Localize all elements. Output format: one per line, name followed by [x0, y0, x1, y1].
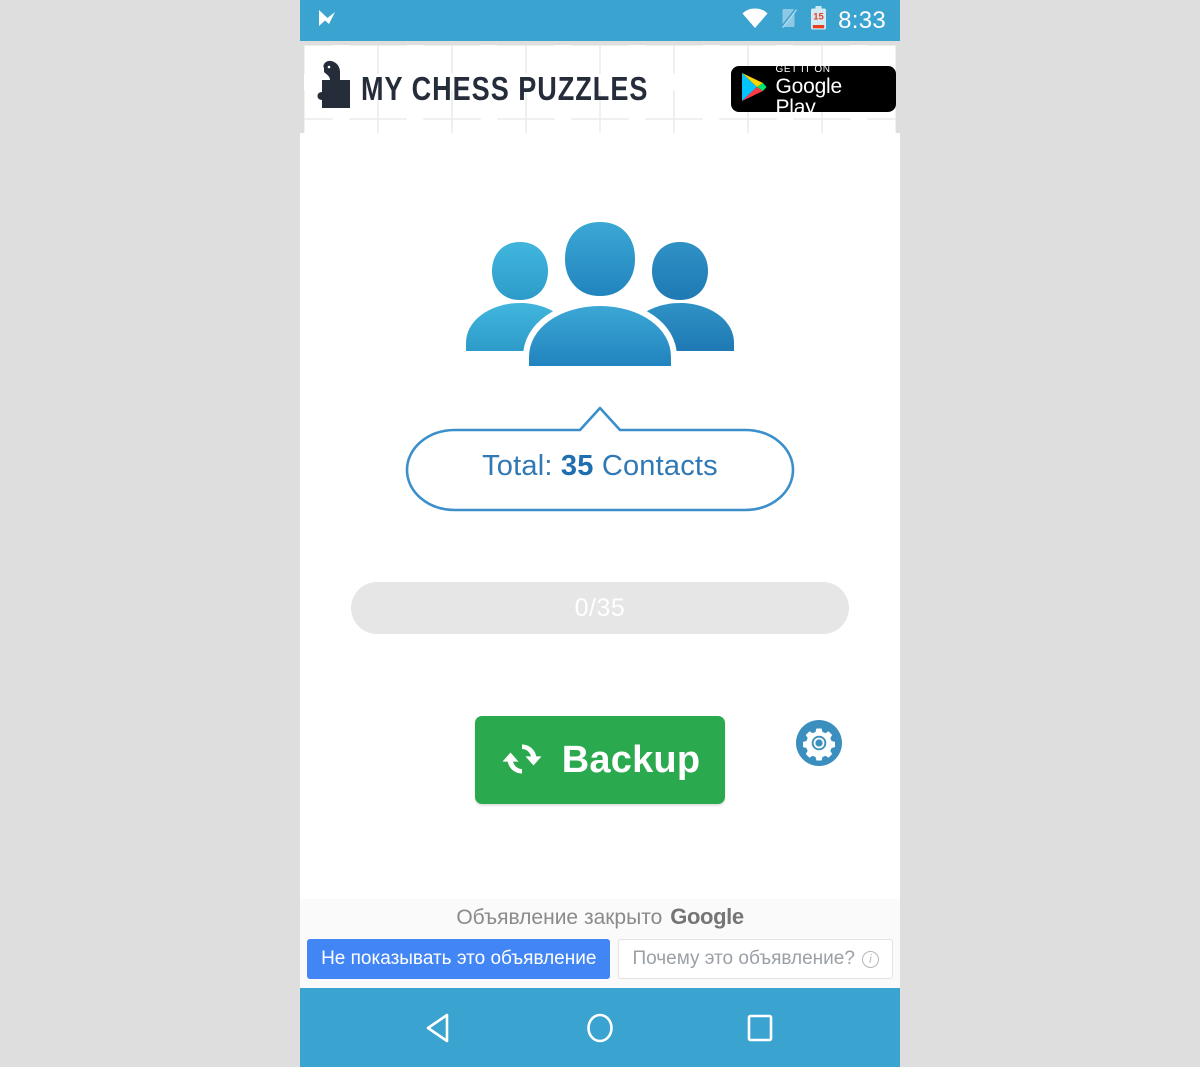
why-this-ad-button[interactable]: Почему это объявление? i: [618, 939, 893, 979]
ad-closed-text: Объявление закрыто: [456, 906, 663, 929]
three-people-icon: [434, 215, 766, 394]
backup-button-label: Backup: [561, 738, 701, 781]
banner-ad[interactable]: MY CHESS PUZZLES GET IT ON Google Play: [304, 45, 896, 133]
info-icon: i: [861, 950, 879, 968]
total-count: 35: [560, 450, 594, 482]
progress-label: 0/35: [574, 593, 626, 622]
status-bar-right: 15 8:33: [741, 5, 886, 36]
google-play-badge[interactable]: GET IT ON Google Play: [731, 65, 896, 118]
google-play-text: GET IT ON Google Play: [775, 60, 884, 119]
total-contacts-label: Total: 35 Contacts: [405, 450, 795, 483]
android-nav-bar: [300, 988, 900, 1067]
wifi-icon: [741, 8, 769, 34]
battery-low-icon: 15: [810, 5, 827, 36]
badge-line-2: Google Play: [775, 75, 843, 119]
nav-recents-button[interactable]: [733, 1001, 787, 1055]
ad-closed-footer: Объявление закрыто Google Не показывать …: [300, 899, 900, 988]
status-bar: 15 8:33: [300, 0, 900, 41]
sync-refresh-icon: [500, 737, 544, 784]
dismiss-ad-button[interactable]: Не показывать это объявление: [307, 939, 611, 979]
banner-ad-wrapper: MY CHESS PUZZLES GET IT ON Google Play: [300, 41, 900, 133]
brand-lockup: MY CHESS PUZZLES: [304, 58, 711, 121]
backup-progress-bar: 0/35: [351, 582, 849, 634]
ad-closed-text-row: Объявление закрыто Google: [456, 904, 744, 930]
recents-square-icon: [747, 1014, 773, 1041]
backup-button[interactable]: Backup: [475, 716, 725, 804]
signal-off-icon: [780, 7, 799, 34]
svg-text:15: 15: [813, 11, 824, 22]
google-play-icon: [740, 72, 767, 107]
nav-back-button[interactable]: [413, 1001, 467, 1055]
banner-content: MY CHESS PUZZLES GET IT ON Google Play: [304, 58, 896, 121]
status-bar-clock: 8:33: [838, 6, 886, 34]
why-this-ad-label: Почему это объявление?: [632, 948, 855, 969]
chess-knight-puzzle-icon: [304, 58, 352, 121]
checkmark-flag-icon: [316, 7, 338, 34]
home-circle-icon: [587, 1013, 613, 1042]
google-wordmark: Google: [670, 904, 744, 929]
total-suffix: Contacts: [601, 450, 718, 482]
back-triangle-icon: [426, 1013, 449, 1042]
status-bar-left: [316, 7, 338, 34]
nav-home-button[interactable]: [573, 1001, 627, 1055]
settings-button[interactable]: [796, 720, 842, 766]
main-content: Total: 35 Contacts 0/35 Backup: [300, 133, 900, 899]
ad-footer-buttons: Не показывать это объявление Почему это …: [307, 939, 893, 979]
banner-title: MY CHESS PUZZLES: [361, 70, 649, 107]
total-prefix: Total:: [482, 450, 553, 482]
total-contacts-bubble: Total: 35 Contacts: [405, 404, 795, 514]
badge-line-1: GET IT ON: [775, 64, 831, 75]
gear-icon: [796, 720, 842, 766]
phone-screen: 15 8:33 MY CHESS PUZZLES GET IT ON Googl…: [300, 0, 900, 1067]
